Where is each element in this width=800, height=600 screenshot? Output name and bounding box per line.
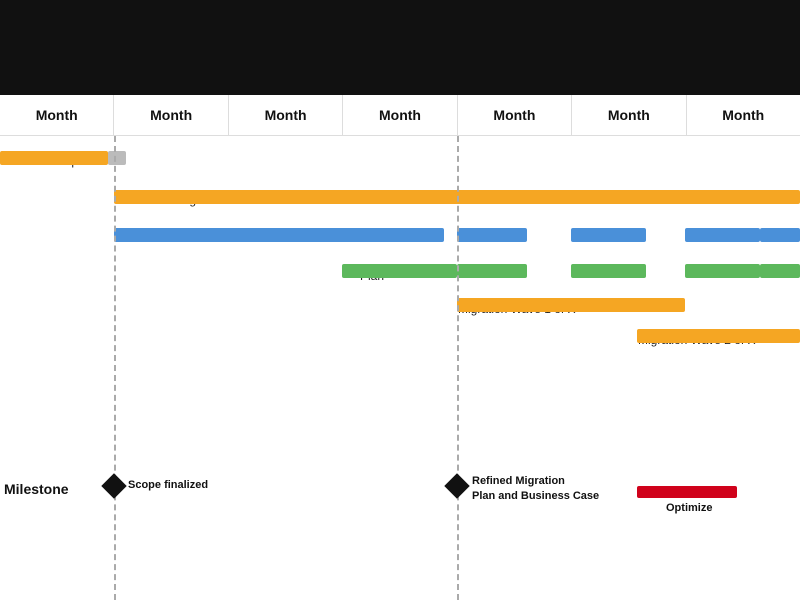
bar-assess-seg4 [760,228,800,242]
bar-finalize-orange [0,151,108,165]
milestone-label-2: Refined MigrationPlan and Business Case [472,474,599,505]
dashed-line-1 [114,136,116,600]
chart-area: Finalize Scope Cloud Migration Assess Pl… [0,136,800,600]
milestone-label-optimize: Optimize [666,502,712,514]
bar-plan-seg3 [685,264,760,278]
bar-assess-seg2 [571,228,646,242]
month-cell-6: Month [571,95,685,135]
milestone-label-1: Scope finalized [128,479,208,491]
dashed-line-2 [457,136,459,600]
bar-wave1 [457,298,685,312]
bar-plan-main [342,264,457,278]
bar-optimize-red [637,486,737,498]
milestone-diamond-2 [444,473,469,498]
month-cell-7: Month [686,95,800,135]
month-cell-4: Month [342,95,456,135]
top-bar [0,0,800,95]
bar-assess-seg3 [685,228,760,242]
month-cell-2: Month [113,95,227,135]
milestone-section-label: Milestone [4,481,69,497]
bar-plan-seg1 [457,264,527,278]
bar-finalize-gray [108,151,126,165]
bar-plan-seg2 [571,264,646,278]
bar-wave2 [637,329,800,343]
month-cell-5: Month [457,95,571,135]
gantt-container: Month Month Month Month Month Month Mont… [0,95,800,600]
month-cell-1: Month [0,95,113,135]
bar-assess-seg1 [457,228,527,242]
bar-assess-main [114,228,444,242]
month-header-row: Month Month Month Month Month Month Mont… [0,95,800,136]
month-cell-3: Month [228,95,342,135]
bar-plan-seg4 [760,264,800,278]
milestone-diamond-1 [101,473,126,498]
